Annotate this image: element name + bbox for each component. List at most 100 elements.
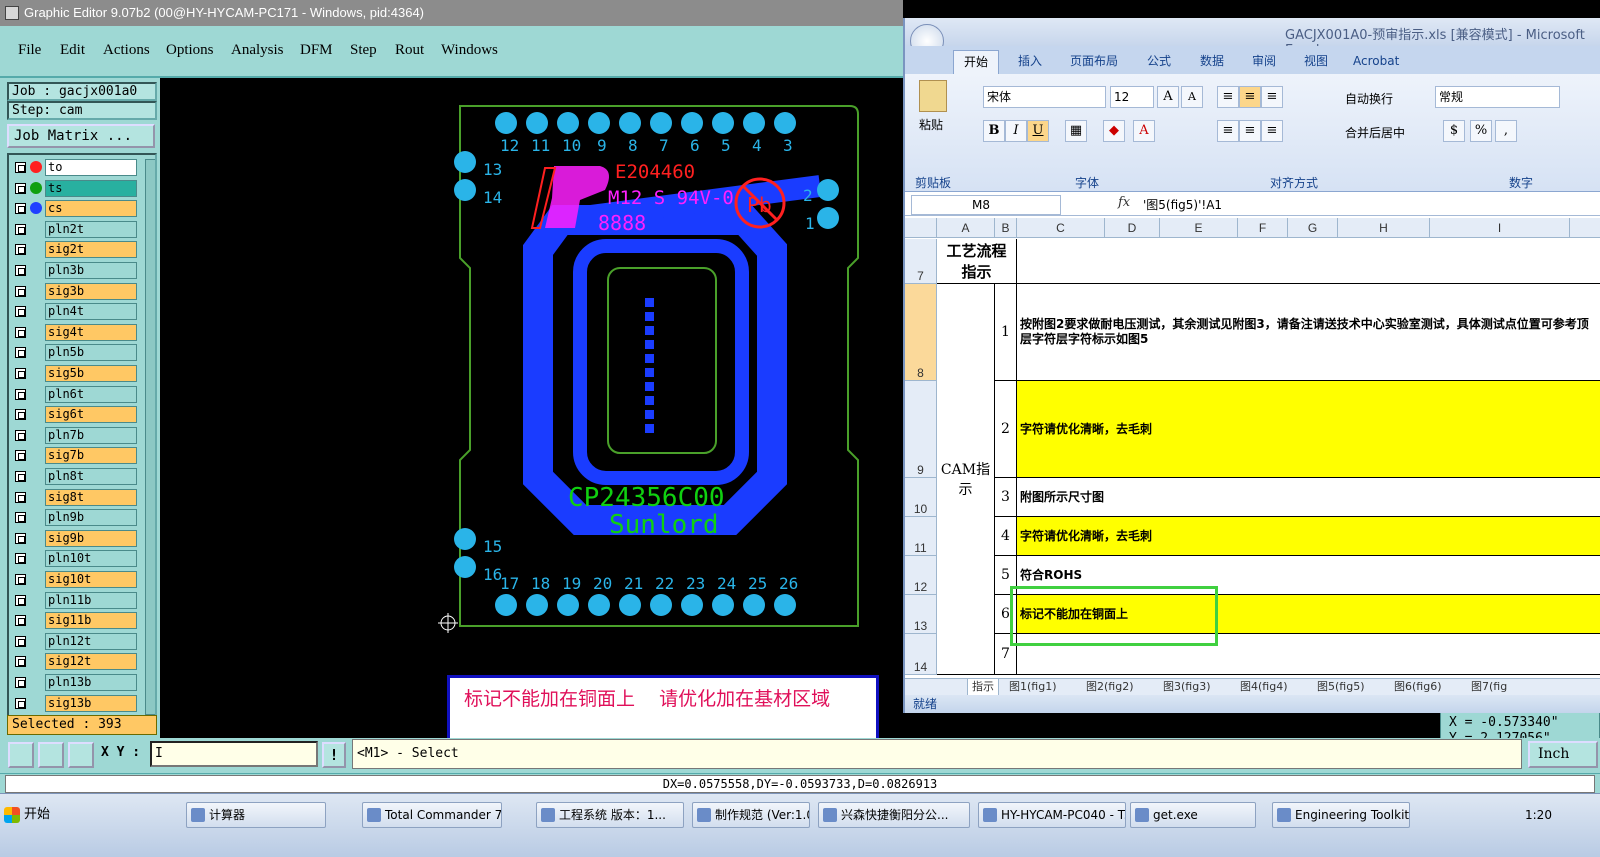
font-name-select[interactable]: 宋体 bbox=[983, 86, 1106, 108]
layer-name[interactable]: sig12t bbox=[45, 653, 137, 671]
layer-name[interactable]: pln7b bbox=[45, 426, 137, 444]
layer-row[interactable]: pln13b bbox=[11, 674, 137, 691]
instruction-cell[interactable]: 字符请优化清晰，去毛刺 bbox=[1017, 517, 1600, 556]
layer-checkbox[interactable] bbox=[15, 409, 26, 421]
italic-button[interactable]: I bbox=[1005, 120, 1027, 142]
layer-row[interactable]: pln3b bbox=[11, 262, 137, 279]
layer-row[interactable]: pln6t bbox=[11, 385, 137, 403]
sheet-tab[interactable]: 指示 bbox=[967, 679, 999, 696]
sheet-tab[interactable]: 图7(fig bbox=[1467, 679, 1511, 695]
taskbar-item[interactable]: Total Commander 7.0... bbox=[362, 802, 502, 828]
currency-icon[interactable]: $ bbox=[1443, 120, 1465, 142]
layer-name[interactable]: sig2t bbox=[45, 241, 137, 259]
layer-name[interactable]: pln13b bbox=[45, 674, 137, 691]
align-middle-icon[interactable]: ≡ bbox=[1239, 86, 1261, 108]
sheet-tab[interactable]: 图4(fig4) bbox=[1236, 679, 1292, 695]
layer-row[interactable]: pln7b bbox=[11, 426, 137, 444]
layer-checkbox[interactable] bbox=[15, 368, 26, 379]
layer-name[interactable]: pln6t bbox=[45, 385, 137, 403]
layer-name[interactable]: sig11b bbox=[45, 612, 137, 630]
col-header[interactable]: I bbox=[1430, 218, 1570, 238]
layer-row[interactable]: pln4t bbox=[11, 303, 137, 321]
layer-checkbox[interactable] bbox=[15, 244, 26, 256]
name-box[interactable]: M8 bbox=[911, 195, 1061, 215]
menu-windows[interactable]: Windows bbox=[441, 42, 498, 59]
layer-checkbox[interactable] bbox=[15, 450, 26, 462]
layer-name[interactable]: cs bbox=[45, 200, 137, 218]
alert-button[interactable]: ! bbox=[322, 742, 346, 768]
layer-name[interactable]: pln10t bbox=[45, 550, 137, 568]
layer-row[interactable]: pln2t bbox=[11, 220, 137, 238]
font-size-select[interactable]: 12 bbox=[1110, 86, 1154, 108]
sheet-tab[interactable]: 图6(fig6) bbox=[1390, 679, 1446, 695]
cam-label[interactable]: CAM指示 bbox=[937, 284, 995, 675]
paste-icon[interactable] bbox=[919, 80, 947, 112]
menu-dfm[interactable]: DFM bbox=[300, 42, 333, 59]
layer-row[interactable]: sig9b bbox=[11, 529, 137, 547]
align-left-icon[interactable]: ≡ bbox=[1217, 120, 1239, 142]
row-header[interactable]: 7 bbox=[905, 239, 937, 284]
sheet-tab[interactable]: 图5(fig5) bbox=[1313, 679, 1369, 695]
sheet-tab[interactable]: 图2(fig2) bbox=[1082, 679, 1138, 695]
taskbar-item[interactable]: 兴森快捷衡阳分公... bbox=[818, 802, 970, 828]
taskbar-item[interactable]: get.exe bbox=[1130, 802, 1256, 828]
layer-name[interactable]: sig9b bbox=[45, 529, 137, 547]
layer-checkbox[interactable] bbox=[15, 182, 26, 194]
process-header[interactable]: 工艺流程指示 bbox=[937, 239, 1017, 284]
layer-checkbox[interactable] bbox=[15, 306, 26, 318]
layer-row[interactable]: to bbox=[11, 159, 137, 176]
zoom-tool-icon[interactable] bbox=[8, 742, 34, 768]
layer-name[interactable]: pln11b bbox=[45, 591, 137, 609]
paste-label[interactable]: 粘贴 bbox=[919, 116, 943, 133]
col-header[interactable]: D bbox=[1105, 218, 1160, 238]
fill-color-icon[interactable]: ◆ bbox=[1103, 120, 1125, 142]
layer-checkbox[interactable] bbox=[15, 471, 26, 482]
layer-row[interactable]: pln8t bbox=[11, 468, 137, 485]
layer-checkbox[interactable] bbox=[15, 429, 26, 441]
layer-name[interactable]: sig3b bbox=[45, 282, 137, 300]
grid-tool-icon[interactable] bbox=[68, 742, 94, 768]
instruction-cell[interactable]: 字符请优化清晰，去毛刺 bbox=[1017, 381, 1600, 478]
layer-name[interactable]: sig10t bbox=[45, 571, 137, 588]
job-matrix-button[interactable]: Job Matrix ... bbox=[7, 124, 155, 148]
row-header[interactable]: 8 bbox=[905, 284, 937, 381]
taskbar-item[interactable]: 工程系统 版本：1... bbox=[536, 802, 684, 828]
layer-name[interactable]: sig6t bbox=[45, 406, 137, 424]
comma-icon[interactable]: , bbox=[1495, 120, 1517, 142]
number-format-select[interactable]: 常规 bbox=[1435, 86, 1560, 108]
col-header[interactable]: E bbox=[1160, 218, 1238, 238]
tab-data[interactable]: 数据 bbox=[1190, 50, 1234, 74]
tab-formulas[interactable]: 公式 bbox=[1137, 50, 1181, 74]
menu-file[interactable]: File bbox=[18, 42, 41, 59]
instruction-cell[interactable]: 附图所示尺寸图 bbox=[1017, 478, 1600, 517]
grow-font-icon[interactable]: A bbox=[1157, 86, 1179, 108]
item-number[interactable]: 4 bbox=[995, 517, 1017, 556]
layer-name[interactable]: to bbox=[45, 159, 137, 176]
layer-row[interactable]: sig4t bbox=[11, 323, 137, 341]
shrink-font-icon[interactable]: A bbox=[1181, 86, 1203, 108]
start-button[interactable]: 开始 bbox=[0, 802, 60, 828]
menu-rout[interactable]: Rout bbox=[395, 42, 424, 59]
layer-name[interactable]: sig7b bbox=[45, 447, 137, 465]
row-header[interactable]: 10 bbox=[905, 478, 937, 517]
row-header[interactable]: 14 bbox=[905, 634, 937, 675]
percent-icon[interactable]: % bbox=[1470, 120, 1492, 142]
border-icon[interactable]: ▦ bbox=[1065, 120, 1087, 142]
wrap-text-button[interactable]: 自动换行 bbox=[1345, 90, 1393, 107]
bold-button[interactable]: B bbox=[983, 120, 1005, 142]
layer-row[interactable]: ts bbox=[11, 179, 137, 197]
layer-checkbox[interactable] bbox=[15, 285, 26, 297]
layer-checkbox[interactable] bbox=[15, 347, 26, 359]
layer-name[interactable]: pln4t bbox=[45, 303, 137, 321]
tab-review[interactable]: 审阅 bbox=[1242, 50, 1286, 74]
taskbar-item[interactable]: 计算器 bbox=[186, 802, 326, 828]
taskbar-item[interactable]: Engineering Toolkit 9.... bbox=[1272, 802, 1410, 828]
layer-row[interactable]: sig12t bbox=[11, 653, 137, 671]
sheet-tab[interactable]: 图3(fig3) bbox=[1159, 679, 1215, 695]
layer-row[interactable]: sig2t bbox=[11, 241, 137, 259]
layer-checkbox[interactable] bbox=[15, 574, 26, 585]
layer-checkbox[interactable] bbox=[15, 162, 26, 173]
layer-checkbox[interactable] bbox=[15, 223, 26, 235]
tab-home[interactable]: 开始 bbox=[953, 50, 1000, 74]
units-button[interactable]: Inch bbox=[1528, 741, 1598, 768]
